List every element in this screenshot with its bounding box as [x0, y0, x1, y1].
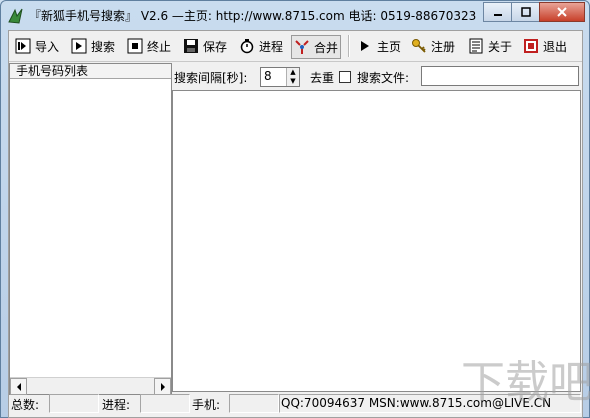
- maximize-icon: [520, 7, 531, 17]
- horizontal-scrollbar[interactable]: [10, 377, 171, 395]
- home-icon: [361, 41, 369, 51]
- dedupe-label: 去重: [310, 71, 335, 85]
- home-label: 主页: [377, 39, 402, 54]
- import-icon: [15, 38, 31, 54]
- arrow-left-icon: [16, 382, 21, 391]
- total-label: 总数:: [11, 398, 40, 412]
- phone-status-label: 手机:: [192, 398, 221, 412]
- exit-icon: [524, 39, 538, 53]
- window-title: 『新狐手机号搜索』 V2.6 —主页: http://www.8715.com …: [29, 9, 477, 23]
- search-file-input[interactable]: [421, 66, 579, 86]
- register-label: 注册: [431, 39, 456, 54]
- stopwatch-icon: [240, 39, 254, 54]
- merge-button[interactable]: 合并: [291, 35, 342, 59]
- about-label: 关于: [488, 39, 513, 54]
- arrow-right-icon: [160, 382, 165, 391]
- phone-value-box: [229, 394, 279, 413]
- toolbar-separator: [348, 35, 350, 57]
- merge-icon: [295, 40, 309, 54]
- title-bar[interactable]: 『新狐手机号搜索』 V2.6 —主页: http://www.8715.com …: [1, 1, 589, 29]
- import-label: 导入: [35, 39, 60, 54]
- register-button[interactable]: 注册: [409, 35, 457, 57]
- about-button[interactable]: 关于: [466, 35, 514, 57]
- document-icon: [469, 38, 483, 54]
- progress-button[interactable]: 进程: [237, 35, 285, 57]
- interval-value: 8: [264, 69, 272, 83]
- home-button[interactable]: 主页: [355, 35, 403, 57]
- save-label: 保存: [203, 39, 228, 54]
- app-icon: [8, 8, 23, 24]
- interval-label: 搜索间隔[秒]:: [174, 71, 248, 85]
- floppy-icon: [184, 39, 198, 53]
- exit-label: 退出: [543, 39, 568, 54]
- spin-down-icon[interactable]: ▼: [287, 77, 299, 86]
- close-button[interactable]: [539, 2, 585, 22]
- merge-label: 合并: [314, 40, 339, 55]
- stop-icon: [127, 38, 143, 54]
- toolbar: 导入 搜索 终止 保存 进程 合并 主页 注册 关于 退出: [9, 31, 582, 62]
- play-icon: [71, 38, 87, 54]
- search-file-label: 搜索文件:: [357, 71, 410, 85]
- spin-up-icon[interactable]: ▲: [287, 68, 299, 77]
- interval-spinner[interactable]: 8 ▲ ▼: [260, 67, 300, 87]
- total-value-box: [49, 394, 99, 413]
- search-options: 搜索间隔[秒]: 8 ▲ ▼ 去重 搜索文件:: [172, 65, 582, 89]
- search-label: 搜索: [91, 39, 116, 54]
- progress-label: 进程: [259, 39, 284, 54]
- progress-status-label: 进程:: [102, 398, 131, 412]
- close-icon: [557, 7, 567, 17]
- spinner-buttons[interactable]: ▲ ▼: [286, 68, 299, 86]
- exit-button[interactable]: 退出: [521, 35, 569, 57]
- minimize-button[interactable]: [483, 2, 512, 22]
- phone-list-header: 手机号码列表: [10, 64, 171, 79]
- save-button[interactable]: 保存: [181, 35, 229, 57]
- phone-list[interactable]: 手机号码列表: [9, 63, 172, 395]
- stop-label: 终止: [147, 39, 172, 54]
- key-icon: [412, 39, 426, 53]
- watermark: 下载吧: [461, 357, 590, 408]
- progress-value-box: [140, 394, 190, 413]
- app-window: 『新狐手机号搜索』 V2.6 —主页: http://www.8715.com …: [0, 0, 590, 418]
- minimize-icon: [493, 14, 502, 16]
- import-button[interactable]: 导入: [13, 35, 61, 57]
- maximize-button[interactable]: [511, 2, 540, 22]
- search-button[interactable]: 搜索: [69, 35, 117, 57]
- dedupe-checkbox[interactable]: [339, 71, 351, 83]
- stop-button[interactable]: 终止: [125, 35, 173, 57]
